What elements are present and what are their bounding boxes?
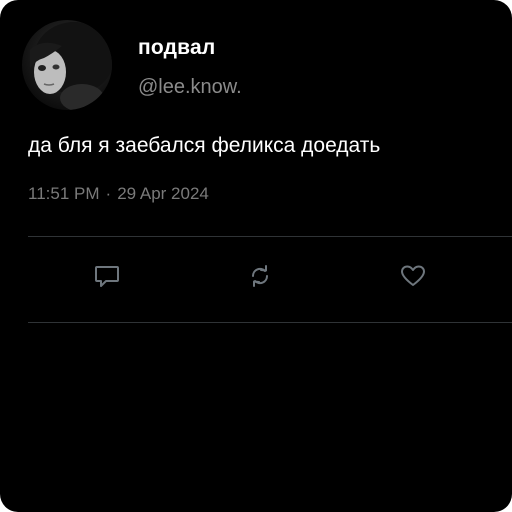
reply-icon bbox=[95, 266, 119, 287]
avatar[interactable] bbox=[22, 20, 112, 110]
tweet-time: 11:51 PM bbox=[28, 184, 100, 203]
meta-separator: · bbox=[105, 184, 112, 203]
avatar-image bbox=[30, 22, 112, 110]
divider-bottom bbox=[28, 322, 512, 323]
like-button[interactable] bbox=[398, 262, 428, 290]
reply-button[interactable] bbox=[92, 262, 122, 290]
retweet-button[interactable] bbox=[245, 262, 275, 290]
retweet-icon bbox=[251, 265, 269, 287]
heart-icon bbox=[401, 265, 425, 286]
user-handle[interactable]: @lee.know. bbox=[138, 76, 242, 99]
tweet-text: да бля я заебался феликса доедать bbox=[28, 134, 381, 157]
display-name[interactable]: подвал bbox=[138, 36, 215, 60]
tweet-card: подвал @lee.know. да бля я заебался фели… bbox=[0, 0, 512, 512]
divider-top bbox=[28, 236, 512, 237]
tweet-timestamp[interactable]: 11:51 PM · 29 Apr 2024 bbox=[28, 184, 209, 204]
tweet-date: 29 Apr 2024 bbox=[117, 184, 209, 203]
